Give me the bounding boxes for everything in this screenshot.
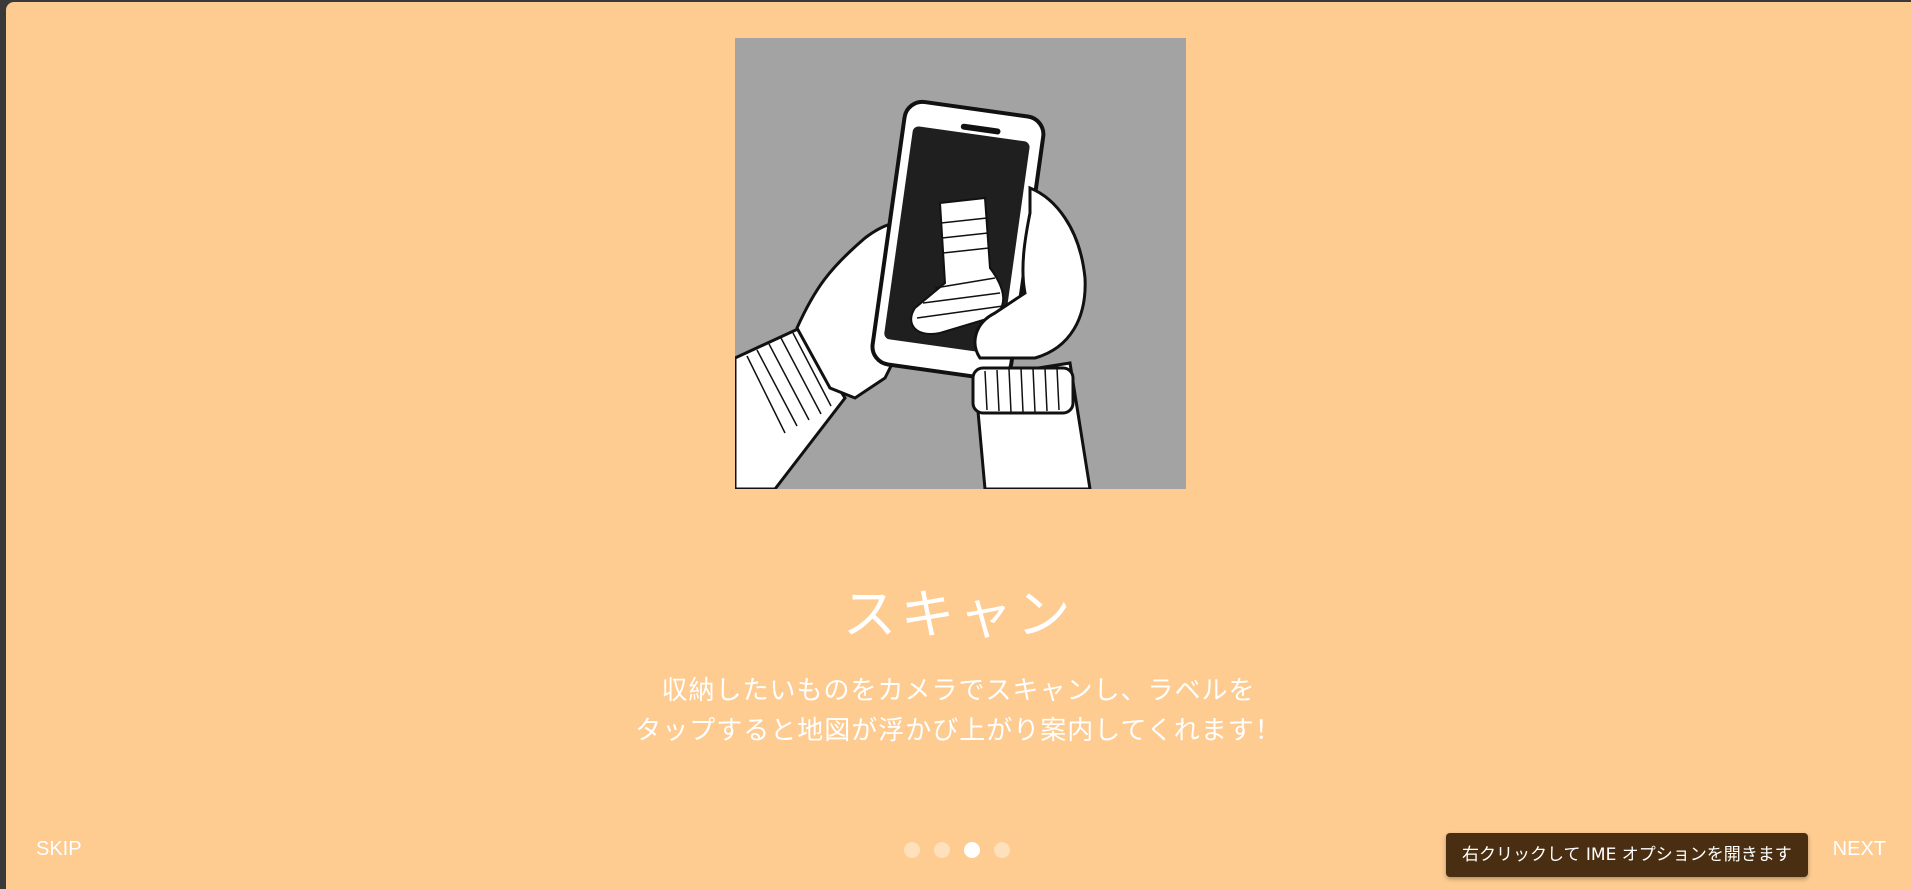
page-dot-1[interactable] [904, 842, 920, 858]
illustration-image [735, 38, 1186, 489]
next-button[interactable]: NEXT [1833, 838, 1886, 861]
page-indicator [904, 842, 1010, 858]
page-dot-3-active[interactable] [964, 842, 980, 858]
ime-tooltip: 右クリックして IME オプションを開きます [1446, 833, 1808, 877]
phone-scan-illustration [735, 38, 1186, 489]
onboarding-screen: スキャン 収納したいものをカメラでスキャンし、ラベルを タップすると地図が浮かび… [6, 2, 1911, 889]
page-dot-4[interactable] [994, 842, 1010, 858]
page-title: スキャン [842, 583, 1075, 646]
page-description: 収納したいものをカメラでスキャンし、ラベルを タップすると地図が浮かび上がり案内… [6, 671, 1911, 751]
description-line-1: 収納したいものをカメラでスキャンし、ラベルを [661, 676, 1256, 706]
description-line-2: タップすると地図が浮かび上がり案内してくれます！ [635, 716, 1282, 746]
skip-button[interactable]: SKIP [36, 838, 82, 861]
page-dot-2[interactable] [934, 842, 950, 858]
